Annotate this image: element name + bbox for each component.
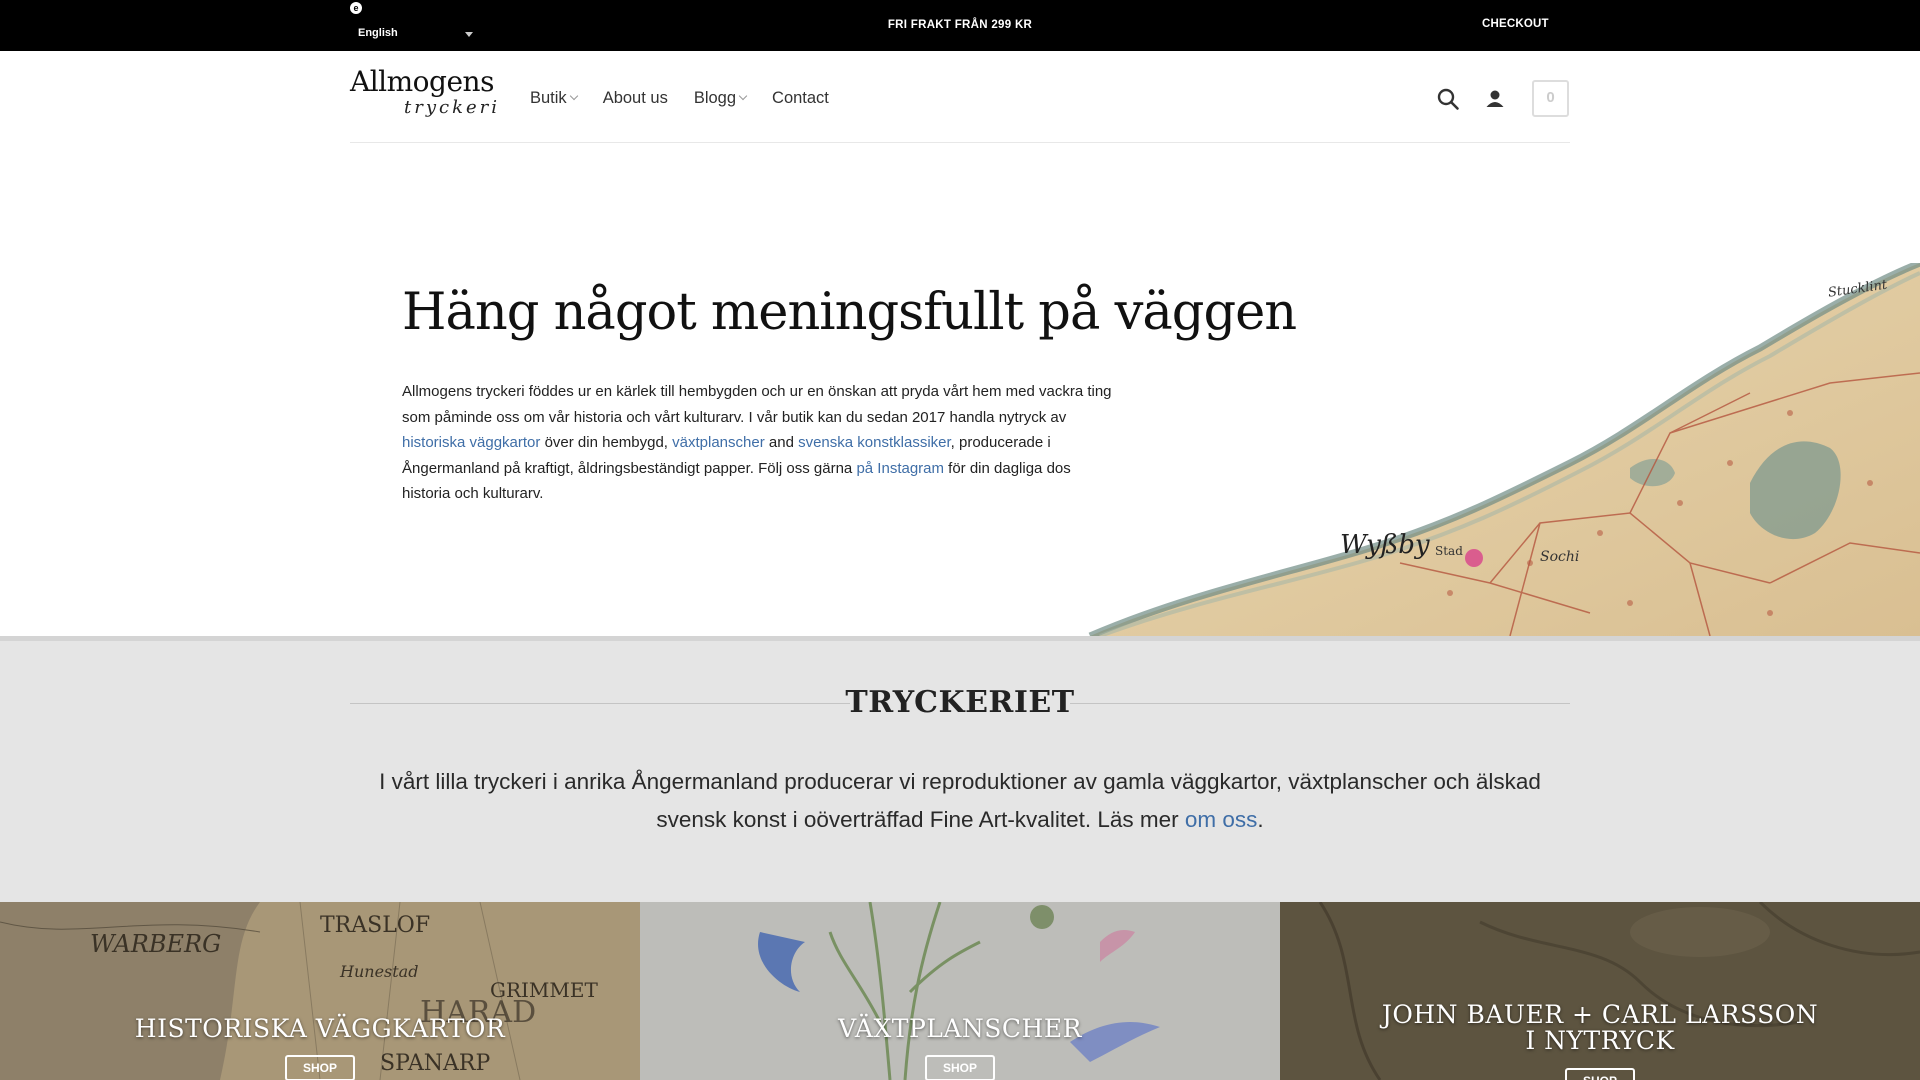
search-icon[interactable]	[1436, 87, 1460, 111]
hero-map-illustration: Wyßby Stad Sochi Stucklint	[1088, 263, 1920, 636]
section-text: I vårt lilla tryckeri i anrika Ångermanl…	[370, 763, 1550, 839]
shop-button[interactable]: SHOP	[1565, 1068, 1635, 1080]
chevron-down-icon	[569, 91, 578, 101]
nav-item-about[interactable]: About us	[603, 87, 668, 109]
nav-label: Contact	[772, 88, 829, 107]
hero-text-part: and	[764, 434, 799, 451]
map-label-wysby: Wyßby	[1340, 530, 1430, 560]
cart-button[interactable]: 0	[1532, 80, 1569, 117]
map-word: TRASLOF	[320, 913, 430, 938]
map-label-sochi: Sochi	[1540, 549, 1579, 565]
logo-sub-text: tryckeri	[404, 97, 501, 118]
map-label-stad: Stad	[1435, 544, 1463, 558]
tile-title: HISTORISKA VÄGGKARTOR	[134, 1014, 506, 1043]
tile-title-line-1: JOHN BAUER + CARL LARSSON	[1381, 1000, 1819, 1029]
chevron-down-icon	[465, 32, 473, 37]
checkout-link[interactable]: CHECKOUT	[1482, 18, 1549, 30]
nav-label: About us	[602, 88, 668, 107]
section-text-end: .	[1257, 807, 1264, 832]
language-label: English	[358, 27, 398, 39]
link-historiska-vaggkartor[interactable]: historiska väggkartor	[402, 434, 540, 451]
link-instagram[interactable]: på Instagram	[856, 460, 944, 477]
top-bar: e English FRI FRAKT FRÅN 299 KR CHECKOUT	[0, 0, 1920, 51]
link-vaxtplanscher[interactable]: växtplanscher	[672, 434, 765, 451]
category-tile-vaggkartor[interactable]: WARBERG TRASLOF Hunestad GRIMMET HARAD S…	[0, 902, 640, 1080]
map-word: WARBERG	[90, 930, 221, 958]
site-logo[interactable]: Allmogens tryckeri	[350, 65, 502, 125]
nav-item-contact[interactable]: Contact	[772, 87, 829, 109]
tile-botanical-background	[640, 902, 1280, 1080]
language-icon: e	[350, 2, 362, 14]
category-tile-vaxtplanscher[interactable]: VÄXTPLANSCHER SHOP	[640, 902, 1280, 1080]
free-shipping-banner: FRI FRAKT FRÅN 299 KR	[887, 19, 1033, 31]
link-om-oss[interactable]: om oss	[1185, 807, 1258, 832]
cart-count: 0	[1546, 89, 1555, 106]
category-tiles: WARBERG TRASLOF Hunestad GRIMMET HARAD S…	[0, 902, 1920, 1080]
hero-section: Häng något meningsfullt på väggen Allmog…	[0, 143, 1920, 636]
nav-label: Butik	[530, 88, 567, 107]
hero-intro-text: Allmogens tryckeri föddes ur en kärlek t…	[402, 379, 1114, 507]
map-word: Hunestad	[339, 962, 418, 981]
category-tile-bauer-larsson[interactable]: JOHN BAUER + CARL LARSSON I NYTRYCK SHOP	[1280, 902, 1920, 1080]
shop-button[interactable]: SHOP	[925, 1055, 995, 1080]
link-svenska-konstklassiker[interactable]: svenska konstklassiker	[798, 434, 951, 451]
logo-main-text: Allmogens	[350, 65, 494, 98]
hero-text-part: Allmogens tryckeri föddes ur en kärlek t…	[402, 383, 1112, 426]
language-select[interactable]: English	[358, 27, 473, 45]
hero-text-part: över din hembygd,	[540, 434, 673, 451]
site-header: Allmogens tryckeri Butik About us Blogg …	[0, 51, 1920, 143]
nav-label: Blogg	[693, 88, 737, 107]
section-text-part: I vårt lilla tryckeri i anrika Ångermanl…	[379, 769, 1541, 832]
tile-title: JOHN BAUER + CARL LARSSON I NYTRYCK	[1280, 1002, 1920, 1054]
account-icon[interactable]	[1483, 87, 1507, 111]
map-word: SPANARP	[380, 1051, 490, 1076]
tile-map-background: WARBERG TRASLOF Hunestad GRIMMET HARAD S…	[0, 902, 640, 1080]
tile-title: VÄXTPLANSCHER	[838, 1014, 1082, 1043]
nav-item-blogg[interactable]: Blogg	[693, 87, 748, 109]
shop-button[interactable]: SHOP	[285, 1055, 355, 1080]
nav-item-butik[interactable]: Butik	[530, 87, 578, 109]
tile-title-line-2: I NYTRYCK	[1525, 1026, 1675, 1055]
chevron-down-icon	[738, 91, 748, 101]
main-nav: Butik About us Blogg Contact	[530, 87, 855, 109]
tryckeriet-section: TRYCKERIET I vårt lilla tryckeri i anrik…	[0, 641, 1920, 902]
divider-right	[1070, 703, 1570, 704]
